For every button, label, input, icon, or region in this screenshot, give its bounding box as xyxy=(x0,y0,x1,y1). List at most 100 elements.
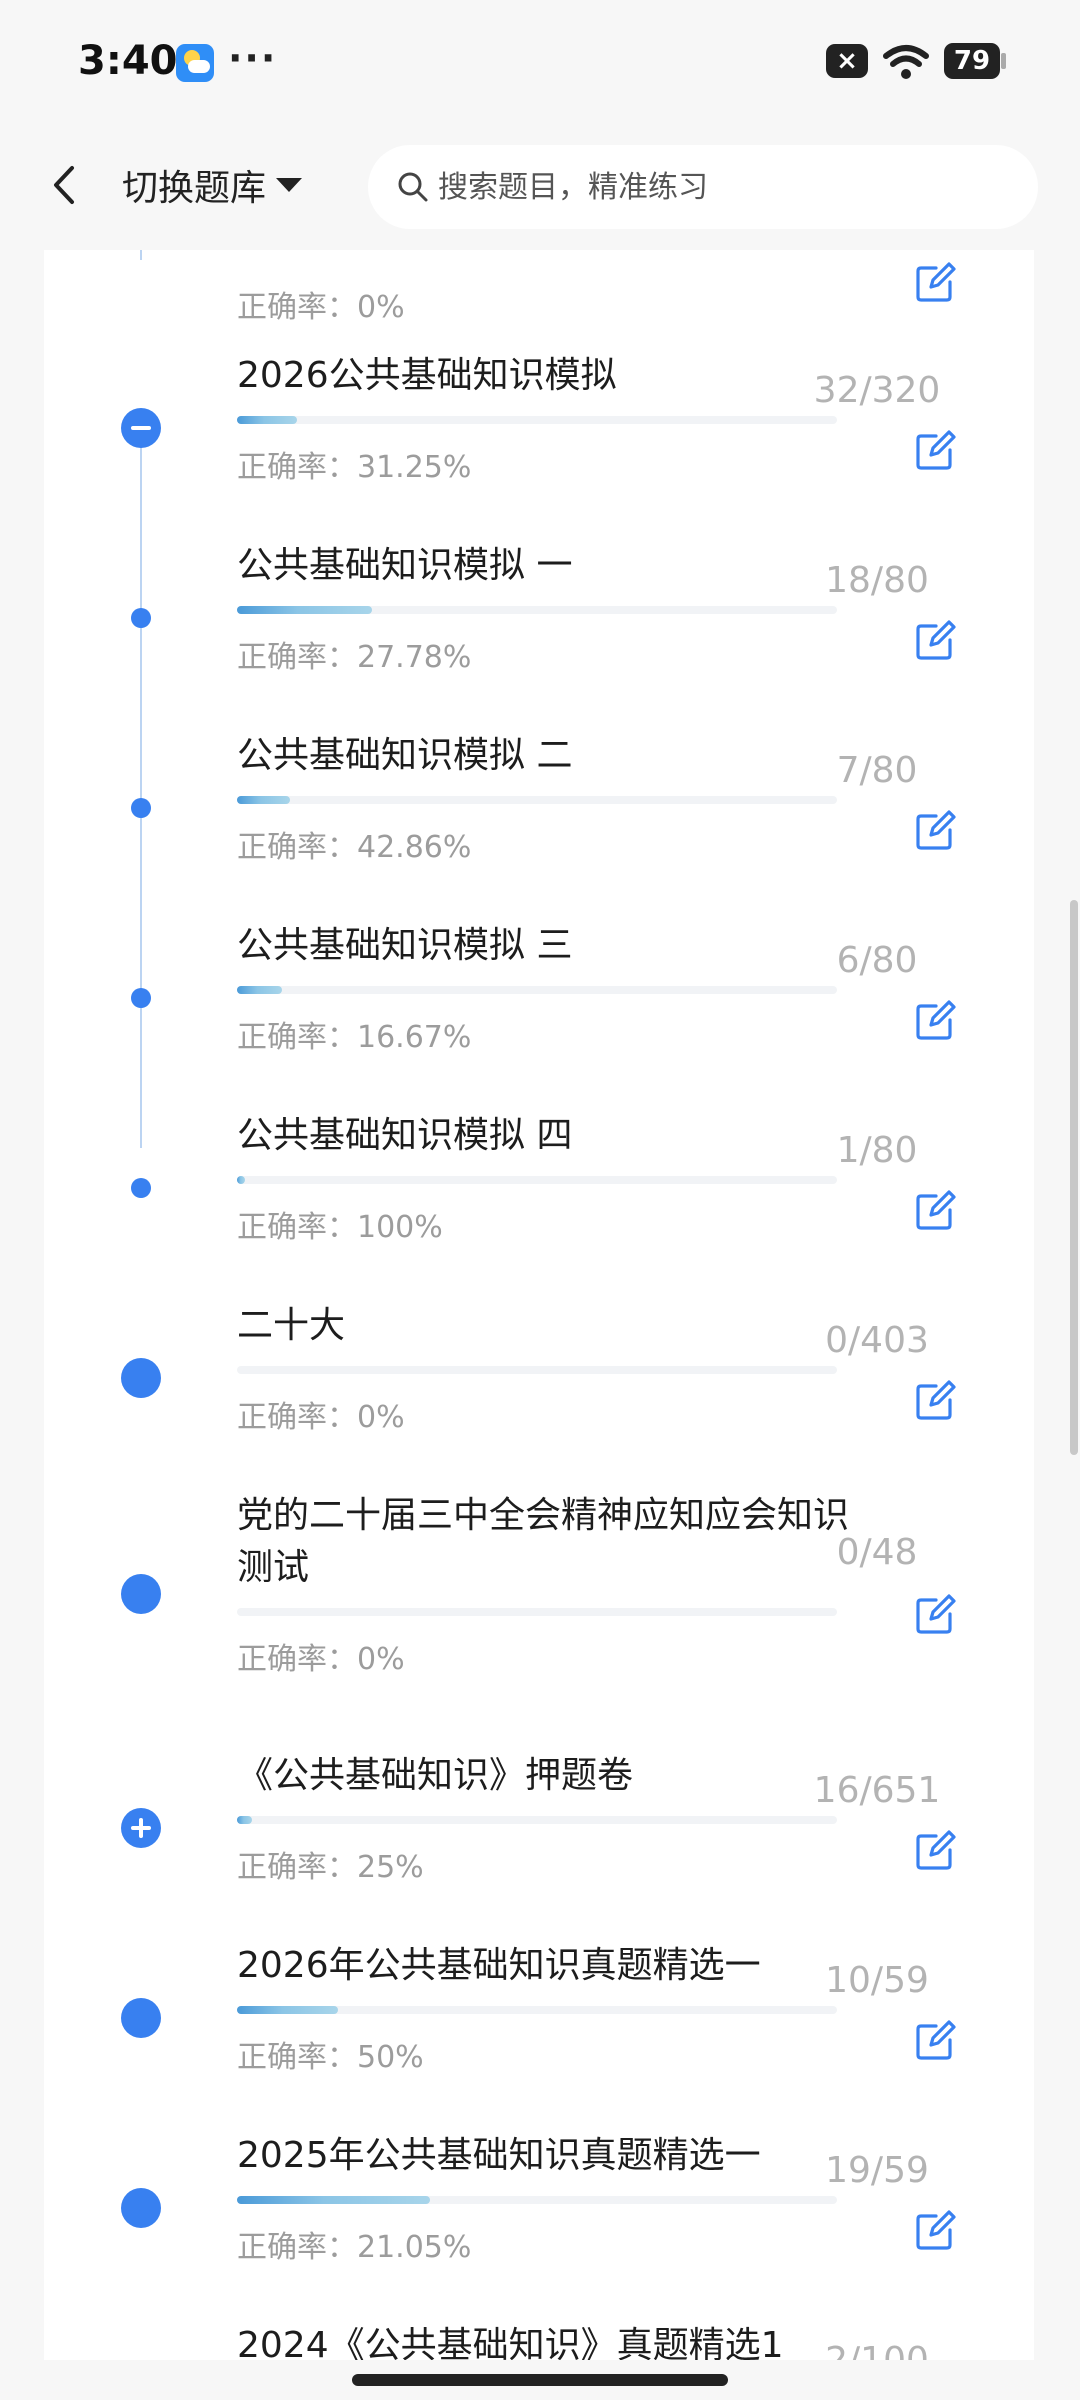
accuracy-text: 正确率：16.67% xyxy=(237,1012,471,1056)
accuracy-text: 正确率：50% xyxy=(237,2032,424,2076)
edit-practice-icon[interactable] xyxy=(914,620,956,662)
progress-fill xyxy=(237,2006,339,2014)
answered-count: 6/80 xyxy=(836,940,918,981)
answered-count: 1/80 xyxy=(836,1130,918,1171)
accuracy-text: 正确率：25% xyxy=(237,1842,424,1886)
accuracy-value: 50% xyxy=(357,2040,424,2075)
collapse-minus-icon[interactable] xyxy=(121,408,161,448)
edit-practice-icon[interactable] xyxy=(914,2210,956,2252)
answered-count: 2/100 xyxy=(742,2340,1012,2360)
answered-count: 18/80 xyxy=(825,560,929,601)
accuracy-label: 正确率： xyxy=(237,1850,357,1885)
list-item[interactable]: 二十大 正确率：0% 0/403 xyxy=(44,1300,1034,1450)
status-bar: 3:40 ··· × 79 xyxy=(0,0,1080,125)
list-item[interactable]: 《公共基础知识》押题卷 正确率：25% 16/651 xyxy=(44,1750,1034,1900)
edit-practice-icon[interactable] xyxy=(914,1000,956,1042)
scrollbar[interactable] xyxy=(1070,900,1078,1455)
answered-count: 0/403 xyxy=(825,1320,929,1361)
accuracy-value: 27.78% xyxy=(357,640,472,675)
edit-practice-icon[interactable] xyxy=(914,810,956,852)
wifi-icon xyxy=(883,45,929,79)
close-box-icon: × xyxy=(826,44,868,78)
accuracy-value: 0% xyxy=(357,1642,405,1677)
timeline-dot-icon xyxy=(131,608,151,628)
edit-practice-icon[interactable] xyxy=(914,1380,956,1422)
list-item[interactable]: 公共基础知识模拟 二正确率：42.86% 7/80 xyxy=(44,730,1034,880)
timeline-dot-icon xyxy=(131,798,151,818)
accuracy-text: 正确率：0% xyxy=(237,282,405,326)
answered-count: 16/651 xyxy=(813,1770,941,1811)
accuracy-value: 16.67% xyxy=(357,1020,472,1055)
accuracy-label: 正确率： xyxy=(237,640,357,675)
edit-practice-icon[interactable] xyxy=(914,1190,956,1232)
progress-fill xyxy=(237,2196,431,2204)
home-indicator[interactable] xyxy=(352,2374,728,2386)
timeline-dot-icon xyxy=(131,1178,151,1198)
top-header: 切换题库 xyxy=(0,125,1080,250)
edit-practice-icon[interactable] xyxy=(914,2020,956,2062)
list-item[interactable]: 党的二十届三中全会精神应知应会知识测试 正确率：0% 0/48 xyxy=(44,1490,1034,1680)
progress-fill xyxy=(237,606,372,614)
switch-bank-dropdown[interactable]: 切换题库 xyxy=(122,159,303,211)
list-item[interactable]: 2026年公共基础知识真题精选一 正确率：50% 10/59 xyxy=(44,1940,1034,2090)
progress-bar xyxy=(237,606,837,614)
accuracy-text: 正确率：31.25% xyxy=(237,442,471,486)
accuracy-value: 100% xyxy=(357,1210,443,1245)
progress-bar xyxy=(237,416,837,424)
progress-fill xyxy=(237,1176,245,1184)
timeline-dot-icon xyxy=(131,988,151,1008)
weather-sun-cloud-icon xyxy=(176,44,214,82)
list-item[interactable]: 公共基础知识模拟 四正确率：100% 1/80 xyxy=(44,1110,1034,1260)
more-notifications-icon: ··· xyxy=(228,36,278,80)
progress-fill xyxy=(237,986,282,994)
answered-count: 32/320 xyxy=(813,370,941,411)
answered-count: 10/59 xyxy=(825,1960,929,2001)
list-item[interactable]: 正确率：0% xyxy=(44,250,1034,340)
edit-practice-icon[interactable] xyxy=(914,1594,956,1636)
timeline-dot-icon xyxy=(121,1358,161,1398)
edit-practice-icon[interactable] xyxy=(914,262,956,304)
progress-fill xyxy=(237,796,290,804)
answered-count: 19/59 xyxy=(825,2150,929,2191)
timeline-dot-icon xyxy=(121,1574,161,1614)
accuracy-value: 0% xyxy=(357,290,405,325)
caret-down-icon xyxy=(276,178,303,192)
list-item[interactable]: 公共基础知识模拟 一正确率：27.78% 18/80 xyxy=(44,540,1034,690)
progress-fill xyxy=(237,416,297,424)
battery-tip xyxy=(1001,53,1006,69)
answered-count: 0/48 xyxy=(836,1532,918,1573)
accuracy-value: 21.05% xyxy=(357,2230,472,2265)
accuracy-value: 25% xyxy=(357,1850,424,1885)
accuracy-label: 正确率： xyxy=(237,2230,357,2265)
search-icon xyxy=(398,172,428,202)
accuracy-value: 42.86% xyxy=(357,830,472,865)
accuracy-label: 正确率： xyxy=(237,290,357,325)
search-input[interactable] xyxy=(438,169,998,205)
answered-count: 7/80 xyxy=(836,750,918,791)
progress-bar xyxy=(237,986,837,994)
list-item[interactable]: 2024《公共基础知识》真题精选12/100 xyxy=(44,2320,1034,2360)
progress-bar xyxy=(237,2196,837,2204)
timeline-dot-icon xyxy=(121,1998,161,2038)
chevron-left-icon[interactable] xyxy=(40,160,90,210)
accuracy-label: 正确率： xyxy=(237,830,357,865)
list-item[interactable]: 2026公共基础知识模拟 正确率：31.25% 32/320 xyxy=(44,350,1034,500)
timeline-dot-icon xyxy=(121,2188,161,2228)
accuracy-text: 正确率：0% xyxy=(237,1634,405,1678)
accuracy-text: 正确率：42.86% xyxy=(237,822,471,866)
accuracy-text: 正确率：27.78% xyxy=(237,632,471,676)
search-bar[interactable] xyxy=(368,145,1038,229)
expand-plus-icon[interactable] xyxy=(121,1808,161,1848)
accuracy-label: 正确率： xyxy=(237,1210,357,1245)
progress-bar xyxy=(237,1608,837,1616)
status-time: 3:40 xyxy=(78,38,178,84)
question-bank-list: 正确率：0% 2026公共基础知识模拟 正确率：31.25% 32/320 公共基础知识… xyxy=(44,250,1034,2360)
accuracy-label: 正确率： xyxy=(237,450,357,485)
progress-bar xyxy=(237,796,837,804)
list-item[interactable]: 公共基础知识模拟 三正确率：16.67% 6/80 xyxy=(44,920,1034,1070)
list-item[interactable]: 2025年公共基础知识真题精选一 正确率：21.05% 19/59 xyxy=(44,2130,1034,2280)
accuracy-value: 31.25% xyxy=(357,450,472,485)
edit-practice-icon[interactable] xyxy=(914,1830,956,1872)
edit-practice-icon[interactable] xyxy=(914,430,956,472)
accuracy-label: 正确率： xyxy=(237,1642,357,1677)
